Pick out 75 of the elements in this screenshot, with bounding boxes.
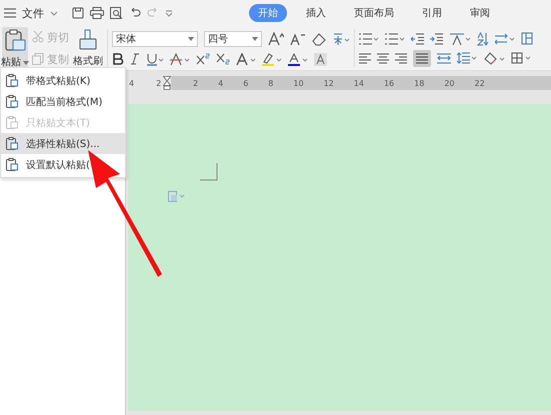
caret-icon[interactable] [188,36,194,40]
ruler-number: 16 [384,78,394,88]
bold-icon[interactable] [112,53,124,65]
underline-icon[interactable] [146,52,164,66]
sort-icon[interactable] [477,32,489,46]
clipboard-icon [6,95,18,108]
clipboard-icon [6,74,18,87]
ruler-number: 10 [293,78,304,88]
ruler-number: 18 [414,78,424,88]
numbered-list-icon[interactable] [385,32,405,44]
align-center-icon[interactable] [377,52,389,64]
ribbon-tab[interactable]: 引用 [413,4,451,22]
grow-font-icon[interactable] [268,32,284,46]
paste-button[interactable]: 粘贴 [2,27,28,69]
ruler-number: 2 [156,78,162,88]
undo-icon[interactable] [129,8,141,18]
decrease-indent-icon[interactable] [411,32,424,44]
indent-marker-icon[interactable] [163,76,171,90]
font-size-dropdown[interactable]: 四号 [204,30,262,46]
ruler-number: 6 [243,78,248,88]
brush-icon[interactable] [77,28,99,50]
font-name-dropdown[interactable]: 宋体 [112,30,198,46]
chevron-down-icon[interactable] [165,10,173,16]
align-right-icon[interactable] [395,52,407,64]
menu-item[interactable]: 带格式粘贴(K) [1,70,125,91]
font-color-icon[interactable] [288,52,308,66]
caret-icon[interactable] [23,61,29,65]
line-spacing-list-icon[interactable] [495,32,515,44]
subscript-icon[interactable] [216,53,230,65]
clipboard-icon [6,158,18,171]
ruler-number: 8 [268,78,274,88]
menu-item[interactable]: 选择性粘贴(S)... [1,133,125,154]
clipboard-icon [6,116,18,129]
superscript-icon[interactable] [196,53,210,65]
ruler-number: 4 [218,78,224,88]
format-painter-button[interactable]: 格式刷 [73,28,103,68]
caret-icon[interactable] [252,36,258,40]
eraser-icon[interactable] [312,32,326,46]
clipboard-icon[interactable] [3,29,27,53]
clipboard-icon [6,137,18,150]
distribute-icon[interactable] [437,52,451,64]
char-spacing-icon[interactable] [449,32,471,46]
bullet-list-icon[interactable] [359,32,379,44]
text-effect-icon[interactable] [236,52,256,66]
ruler-number: 22 [474,78,485,88]
ribbon-tab[interactable]: 插入 [297,4,335,22]
menu-item[interactable]: 设置默认粘贴( [1,154,125,175]
ruler-number: 20 [444,78,454,88]
italic-icon[interactable] [130,53,140,65]
paragraph-spacing-icon[interactable] [457,52,477,64]
shrink-font-icon[interactable] [290,32,306,46]
ribbon-tab[interactable]: 页面布局 [345,4,403,22]
file-menu[interactable]: 文件 [22,6,44,20]
print-preview-icon[interactable] [110,7,123,19]
ribbon-tab[interactable]: 审阅 [461,4,499,22]
shading-bucket-icon[interactable] [483,52,505,64]
justify-icon[interactable] [413,50,431,66]
menu-icon[interactable] [4,8,16,18]
margin-corner-mark [200,163,218,181]
phonetic-icon[interactable] [332,32,350,46]
char-shading-icon[interactable] [314,52,327,66]
ruler-number: 2 [193,78,198,88]
chevron-down-icon[interactable] [50,10,58,16]
align-left-icon[interactable] [359,52,371,64]
increase-indent-icon[interactable] [430,32,443,44]
print-icon[interactable] [90,7,104,19]
menu-item[interactable]: 匹配当前格式(M) [1,91,125,112]
ruler-number: 14 [354,78,364,88]
ruler-number: 4 [129,78,134,88]
table-icon[interactable] [521,32,533,45]
ruler-number: 12 [324,78,334,88]
save-icon[interactable] [72,7,84,19]
strikethrough-icon[interactable] [170,52,190,66]
highlight-icon[interactable] [262,52,282,66]
border-icon[interactable] [511,52,531,64]
